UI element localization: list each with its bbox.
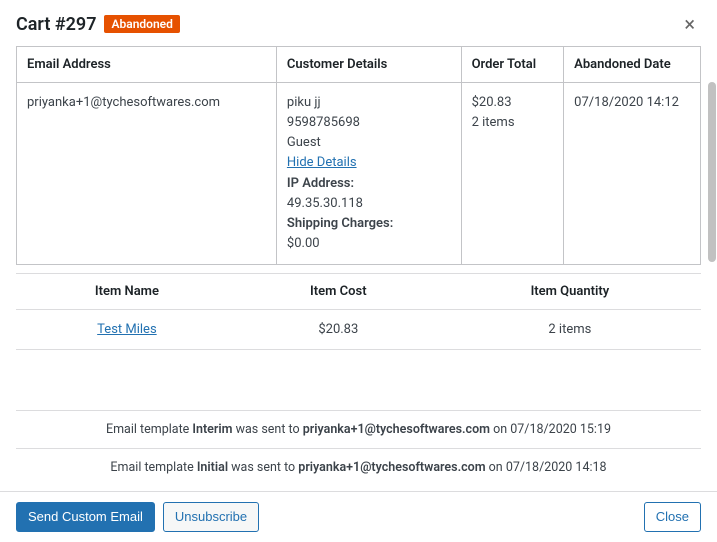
modal-content: Email Address Customer Details Order Tot… [0,46,717,484]
log-template-name: Initial [197,460,228,475]
table-row: Test Miles $20.83 2 items [16,310,701,350]
log-time: 07/18/2020 14:18 [506,460,607,475]
col-item-name-header: Item Name [16,274,238,310]
close-icon[interactable]: × [678,12,701,36]
status-badge: Abandoned [104,15,179,33]
col-item-qty-header: Item Quantity [439,274,701,310]
log-time: 07/18/2020 15:19 [510,422,611,437]
item-qty: 2 items [439,310,701,350]
col-total-header: Order Total [461,47,564,83]
unsubscribe-button[interactable]: Unsubscribe [163,502,259,532]
customer-phone: 9598785698 [287,113,451,133]
item-cost: $20.83 [238,310,439,350]
item-name-link[interactable]: Test Miles [97,322,156,337]
modal-footer: Send Custom Email Unsubscribe Close [0,491,717,542]
order-total-amount: $20.83 [472,93,554,113]
send-custom-email-button[interactable]: Send Custom Email [16,502,155,532]
log-entry: Email template Interim was sent to priya… [16,410,701,448]
customer-type: Guest [287,133,451,153]
items-table: Item Name Item Cost Item Quantity Test M… [16,273,701,350]
cell-abandoned-date: 07/18/2020 14:12 [564,83,701,265]
shipping-label: Shipping Charges: [287,214,451,234]
ip-address-value: 49.35.30.118 [287,194,451,214]
scrollbar[interactable] [707,48,717,488]
col-abandoned-header: Abandoned Date [564,47,701,83]
modal-title: Cart #297 [16,14,96,35]
log-entry: Email template Initial was sent to priya… [16,448,701,484]
email-log: Email template Interim was sent to priya… [16,410,701,484]
log-recipient: priyanka+1@tychesoftwares.com [303,422,490,437]
cell-total: $20.83 2 items [461,83,564,265]
log-template-name: Interim [192,422,232,437]
scrollbar-thumb[interactable] [708,82,716,262]
close-button[interactable]: Close [644,502,701,532]
shipping-value: $0.00 [287,234,451,254]
col-item-cost-header: Item Cost [238,274,439,310]
modal-header: Cart #297 Abandoned × [0,0,717,46]
cart-details-table: Email Address Customer Details Order Tot… [16,46,701,265]
ip-address-label: IP Address: [287,174,451,194]
order-total-items: 2 items [472,113,554,133]
cell-email: priyanka+1@tychesoftwares.com [17,83,277,265]
col-email-header: Email Address [17,47,277,83]
log-recipient: priyanka+1@tychesoftwares.com [298,460,485,475]
col-customer-header: Customer Details [276,47,461,83]
hide-details-link[interactable]: Hide Details [287,155,357,170]
cell-customer: piku jj 9598785698 Guest Hide Details IP… [276,83,461,265]
table-row: priyanka+1@tychesoftwares.com piku jj 95… [17,83,701,265]
customer-name: piku jj [287,93,451,113]
